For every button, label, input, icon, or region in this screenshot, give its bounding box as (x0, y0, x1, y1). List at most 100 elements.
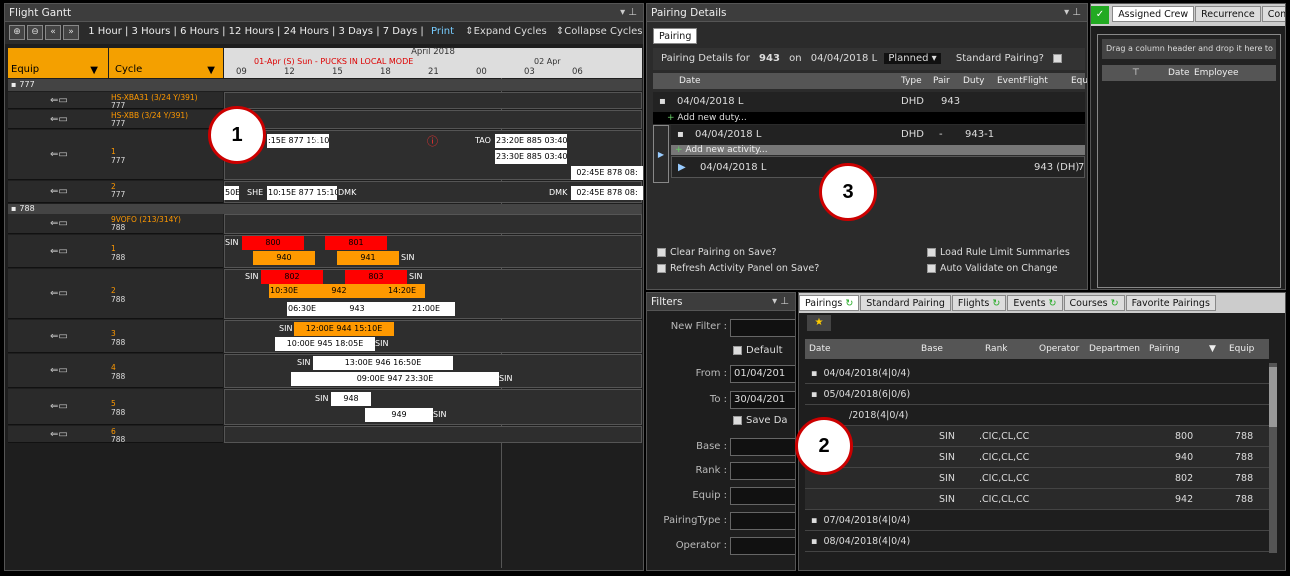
checkbox[interactable] (733, 415, 742, 425)
checkbox[interactable] (733, 345, 742, 355)
option-clear-pairing[interactable]: Clear Pairing on Save? (657, 247, 776, 258)
option-load-rule[interactable]: Load Rule Limit Summaries (927, 247, 1070, 258)
aircraft-icon[interactable]: ⇐▭ (50, 186, 68, 197)
collapse-icon[interactable]: ▪ (11, 204, 16, 213)
col-pair[interactable]: Pair (933, 73, 950, 89)
flight-bar[interactable]: 14:20E (379, 284, 425, 298)
date-group-row[interactable]: ▪ 07/04/2018(4|0/4) (805, 510, 1273, 531)
forward-icon[interactable]: » (63, 25, 79, 40)
flight-bar[interactable]: 803 (345, 270, 407, 284)
flight-bar[interactable]: 21:00E (397, 302, 455, 316)
pin-icon[interactable]: ▾ ⊥ (1064, 4, 1081, 22)
equip-input[interactable] (730, 487, 795, 505)
col-date[interactable]: Date (809, 339, 831, 359)
tab-pairing[interactable]: Pairing (653, 28, 698, 44)
flight-bar[interactable]: 09:00E 947 23:30E (291, 372, 499, 386)
star-button[interactable]: ★ (807, 315, 831, 331)
filter-icon[interactable]: ▼ (207, 65, 215, 76)
collapse-cycles-button[interactable]: Collapse Cycles (564, 26, 642, 37)
flight-bar[interactable]: 948 (331, 392, 371, 406)
vertical-scrollbar[interactable] (1269, 363, 1277, 553)
aircraft-icon[interactable]: ⇐▭ (50, 149, 68, 160)
col-pairing[interactable]: Pairing (1149, 339, 1180, 359)
aircraft-icon[interactable]: ⇐▭ (50, 331, 68, 342)
gantt-row-header[interactable]: ⇐▭ 1 788 (8, 235, 223, 268)
checkbox[interactable] (927, 248, 936, 257)
time-range-links[interactable]: 1 Hour | 3 Hours | 6 Hours | 12 Hours | … (88, 26, 424, 37)
gantt-row-header[interactable]: ⇐▭ 2 788 (8, 269, 223, 319)
col-operator[interactable]: Operator (1039, 339, 1079, 359)
activity-row[interactable]: ▶ 04/04/2018 L 943 (DH) 7 (671, 156, 1085, 178)
tab-comp[interactable]: Comp (1261, 6, 1285, 22)
gantt-row-header[interactable]: ⇐▭ 9VOFO (213/314Y) 788 (8, 214, 223, 234)
gantt-row-header[interactable]: ⇐▭ 3 788 (8, 320, 223, 353)
tab-assigned-crew[interactable]: Assigned Crew (1112, 6, 1195, 22)
to-date-input[interactable]: 30/04/201 (730, 391, 795, 409)
flight-bar[interactable]: 10:15E 877 15:10E (267, 186, 337, 200)
gantt-row-header[interactable]: ⇐▭ HS-XBA31 (3/24 Y/391) 777 (8, 92, 223, 110)
checkbox[interactable] (927, 264, 936, 273)
flight-bar[interactable]: 13:00E 946 16:50E (313, 356, 453, 370)
flight-bar[interactable]: 02:45E 878 08: (571, 166, 643, 180)
scrollbar-thumb[interactable] (1269, 367, 1277, 427)
col-employee[interactable]: Employee (1194, 65, 1239, 81)
filter-icon[interactable]: ▼ (90, 65, 98, 76)
print-link[interactable]: Print (431, 26, 454, 37)
checkbox[interactable] (657, 248, 666, 257)
refresh-icon[interactable]: ↻ (1108, 298, 1119, 309)
tab-standard-pairing[interactable]: Standard Pairing (860, 295, 951, 311)
expand-icon[interactable]: ▪ (659, 92, 666, 112)
cycle-column-header[interactable]: Cycle ▼ (109, 48, 223, 78)
zoom-in-icon[interactable]: ⊕ (9, 25, 25, 40)
tab-recurrence[interactable]: Recurrence (1195, 6, 1261, 22)
operator-input[interactable] (730, 537, 795, 555)
flight-bar[interactable]: 02:45E 878 08: (571, 186, 643, 200)
standard-pairing-checkbox[interactable] (1053, 53, 1063, 63)
expand-icon[interactable]: ▪ (811, 389, 817, 400)
zoom-out-icon[interactable]: ⊖ (27, 25, 43, 40)
date-group-row[interactable]: ▪ 08/04/2018(4|0/4) (805, 531, 1273, 552)
gantt-row-header[interactable]: ⇐▭ 2 777 (8, 181, 223, 203)
filter-icon[interactable]: ▼ (1209, 339, 1216, 359)
col-equip[interactable]: Equip (1229, 339, 1254, 359)
new-filter-input[interactable] (730, 319, 795, 337)
group-row[interactable]: ▪ 777 (8, 79, 642, 91)
pairing-row[interactable]: SIN .CIC,CL,CC 942 788 (805, 489, 1273, 510)
pin-icon[interactable]: ▾ ⊥ (772, 293, 789, 311)
flight-bar[interactable]: 800 (242, 236, 304, 250)
group-row[interactable]: ▪ 788 (8, 204, 642, 214)
add-duty-row[interactable]: + Add new duty... (653, 112, 1085, 124)
flight-bar[interactable]: 23:20E 885 03:40E (495, 134, 567, 148)
gantt-row-header[interactable]: ⇐▭ 4 788 (8, 354, 223, 388)
col-eventflight[interactable]: EventFlight (997, 73, 1048, 89)
flight-bar[interactable]: 943 (317, 302, 397, 316)
pin-icon[interactable]: ▾ ⊥ (620, 4, 637, 22)
date-group-row[interactable]: ▪ 04/04/2018(4|0/4) (805, 363, 1273, 384)
col-base[interactable]: Base (921, 339, 943, 359)
from-date-input[interactable]: 01/04/201 (730, 365, 795, 383)
expand-icon[interactable]: ▪ (677, 125, 684, 145)
aircraft-icon[interactable]: ⇐▭ (50, 95, 68, 106)
gantt-row-header[interactable]: ⇐▭ 5 788 (8, 389, 223, 425)
refresh-icon[interactable]: ↻ (842, 298, 853, 309)
col-department[interactable]: Departmen (1089, 339, 1140, 359)
base-input[interactable] (730, 438, 795, 456)
tab-courses[interactable]: Courses ↻ (1063, 295, 1125, 311)
flight-bar[interactable]: 949 (365, 408, 433, 422)
aircraft-icon[interactable]: ⇐▭ (50, 218, 68, 229)
collapse-icon[interactable]: ▪ (11, 80, 16, 89)
col-type[interactable]: Type (901, 73, 922, 89)
flight-bar[interactable]: 50E (224, 186, 239, 200)
date-group-row[interactable]: ▪ 05/04/2018(6|0/6) (805, 384, 1273, 405)
gantt-row-header[interactable]: ⇐▭ 6 788 (8, 426, 223, 444)
col-duty[interactable]: Duty (963, 73, 985, 89)
aircraft-icon[interactable]: ⇐▭ (50, 288, 68, 299)
status-dropdown[interactable]: Planned ▾ (884, 53, 941, 64)
expand-icon[interactable]: ▪ (811, 536, 817, 547)
aircraft-icon[interactable]: ⇐▭ (50, 246, 68, 257)
aircraft-icon[interactable]: ⇐▭ (50, 114, 68, 125)
aircraft-icon[interactable]: ⇐▭ (50, 365, 68, 376)
col-equ[interactable]: Equ (1071, 73, 1087, 89)
flight-bar[interactable]: 23:30E 885 03:40E (495, 150, 567, 164)
default-option[interactable]: Default (733, 345, 783, 356)
